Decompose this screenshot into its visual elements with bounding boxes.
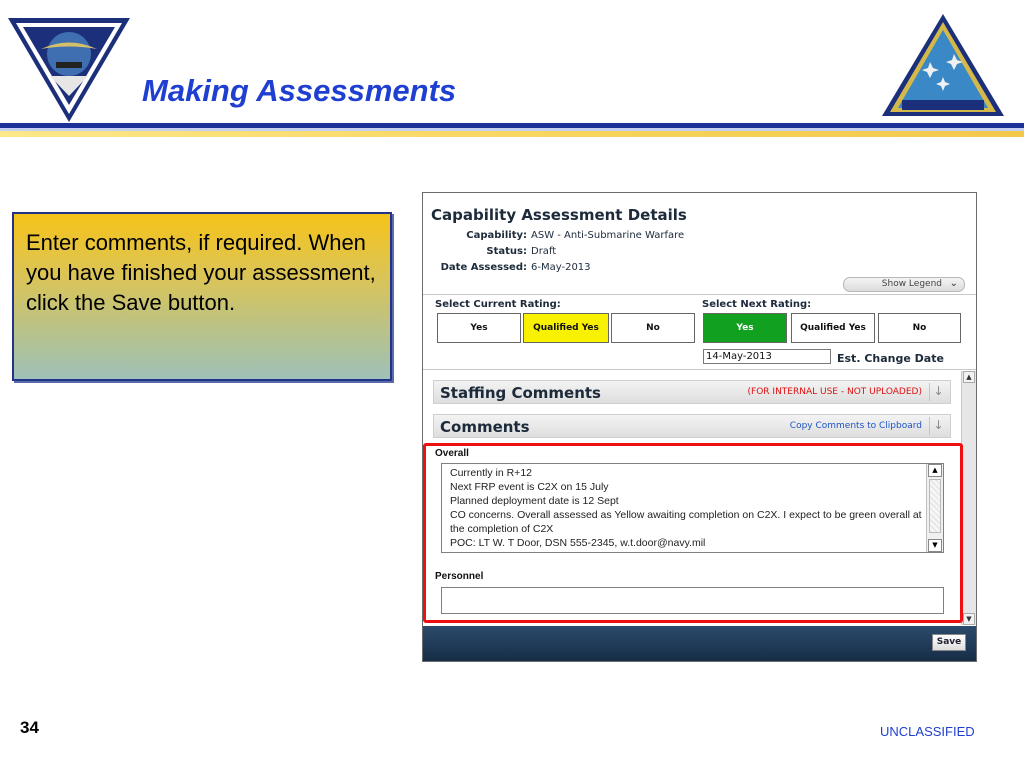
naval-air-force-pacific-logo: [882, 14, 1004, 116]
highlight-frame: [423, 443, 963, 623]
capability-label: Capability:: [466, 230, 527, 241]
change-date-input[interactable]: 14-May-2013: [703, 349, 831, 364]
current-rating-no-button[interactable]: No: [611, 313, 695, 343]
show-legend-button[interactable]: Show Legend ⌄: [843, 277, 965, 292]
page-number: 34: [20, 718, 39, 737]
status-label: Status:: [486, 246, 527, 257]
header-rule-gold: [0, 131, 1024, 137]
expand-chevron-icon[interactable]: ↓: [929, 383, 947, 401]
est-change-date-label: Est. Change Date: [837, 352, 944, 365]
staffing-comments-title: Staffing Comments: [440, 384, 601, 402]
staffing-comments-panel-header[interactable]: Staffing Comments (FOR INTERNAL USE - NO…: [433, 380, 951, 404]
divider: [423, 294, 976, 295]
instruction-callout: Enter comments, if required. When you ha…: [12, 212, 392, 381]
next-rating-qualified-yes-button[interactable]: Qualified Yes: [791, 313, 875, 343]
next-rating-yes-button[interactable]: Yes: [703, 313, 787, 343]
copy-comments-link[interactable]: Copy Comments to Clipboard: [790, 421, 922, 431]
show-legend-label: Show Legend: [881, 279, 942, 289]
save-button[interactable]: Save: [932, 634, 966, 651]
screenshot-footer-bar: Save: [423, 626, 976, 661]
next-rating-label: Select Next Rating:: [702, 299, 812, 310]
app-screenshot: Capability Assessment Details Capability…: [422, 192, 977, 662]
divider: [423, 369, 976, 370]
date-assessed-value: 6-May-2013: [531, 262, 591, 273]
current-rating-qualified-yes-button[interactable]: Qualified Yes: [523, 313, 609, 343]
current-rating-label: Select Current Rating:: [435, 299, 561, 310]
comments-panel-header[interactable]: Comments Copy Comments to Clipboard ↓: [433, 414, 951, 438]
next-rating-no-button[interactable]: No: [878, 313, 961, 343]
chevron-down-icon: ⌄: [949, 278, 958, 289]
status-value: Draft: [531, 246, 557, 257]
date-assessed-label: Date Assessed:: [440, 262, 527, 273]
comments-title: Comments: [440, 418, 530, 436]
page-scrollbar[interactable]: ▲ ▼: [961, 371, 976, 625]
expand-chevron-icon[interactable]: ↓: [929, 417, 947, 435]
details-title: Capability Assessment Details: [431, 206, 687, 224]
scroll-down-icon[interactable]: ▼: [963, 613, 975, 625]
naval-air-force-atlantic-logo: [8, 18, 130, 122]
classification-label: UNCLASSIFIED: [880, 724, 975, 739]
scroll-up-icon[interactable]: ▲: [963, 371, 975, 383]
capability-value: ASW - Anti-Submarine Warfare: [531, 230, 685, 241]
internal-use-note: (FOR INTERNAL USE - NOT UPLOADED): [747, 387, 922, 397]
current-rating-yes-button[interactable]: Yes: [437, 313, 521, 343]
slide-title: Making Assessments: [142, 73, 457, 108]
